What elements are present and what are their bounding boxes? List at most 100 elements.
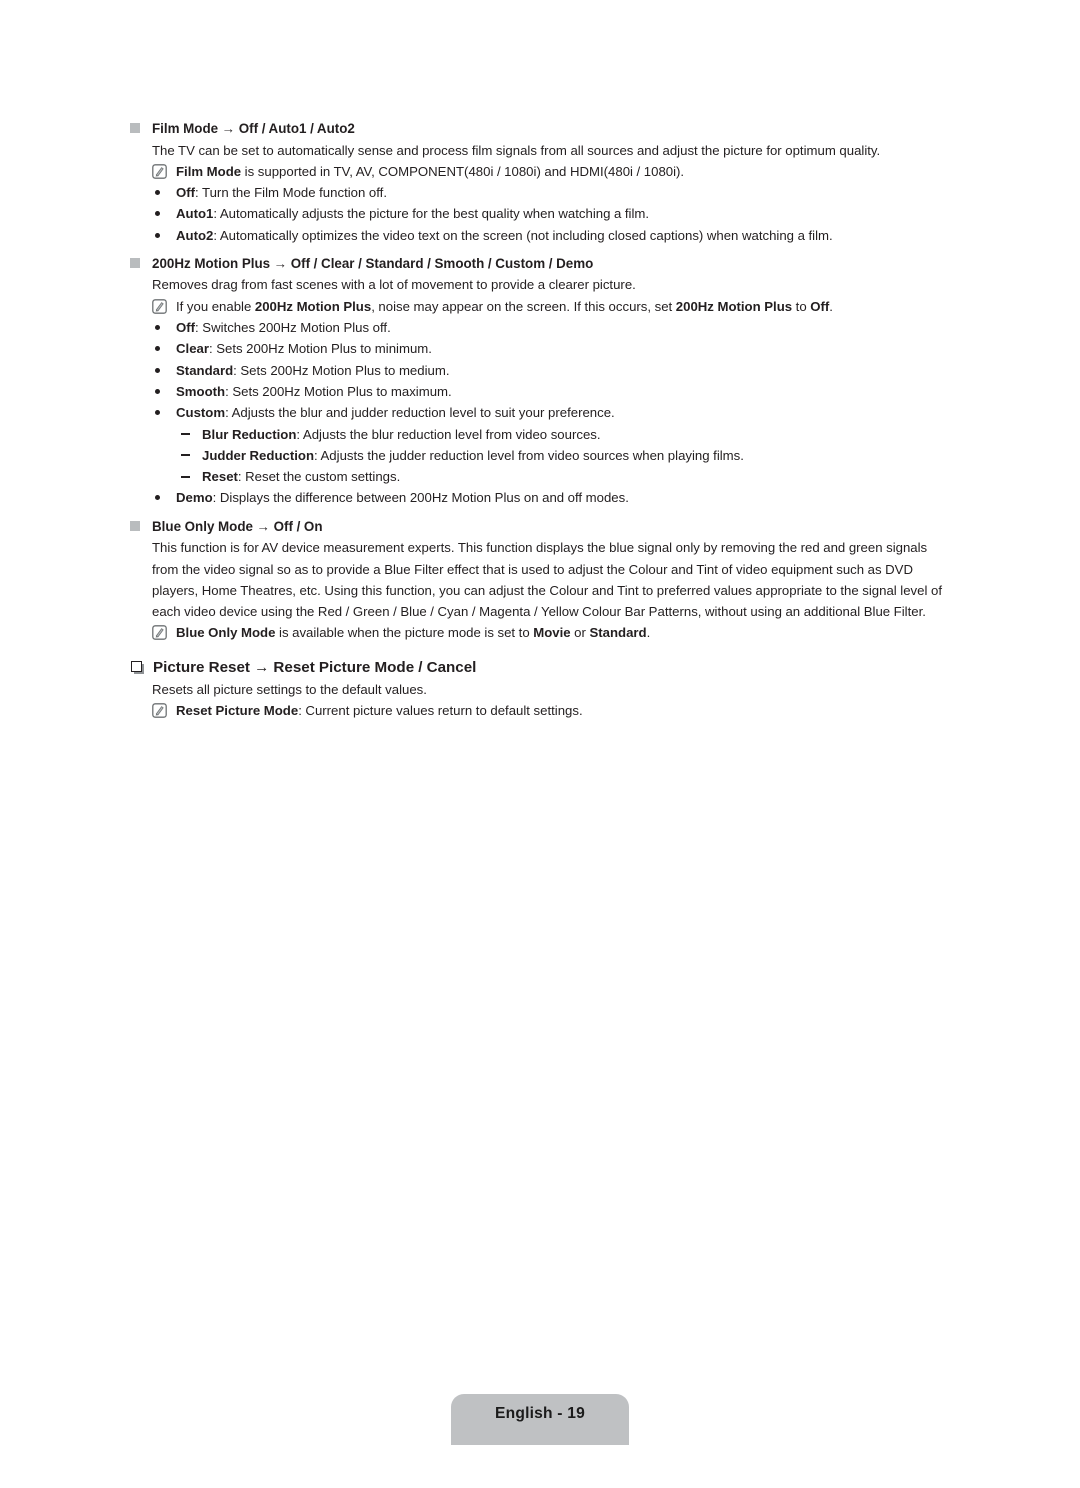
picture-reset-note: Reset Picture Mode: Current picture valu…: [130, 700, 952, 721]
option-desc: : Automatically optimizes the video text…: [213, 227, 833, 243]
note-term: 200Hz Motion Plus: [675, 298, 793, 314]
motion-plus-option-demo: Demo: Displays the difference between 20…: [130, 487, 952, 508]
option-text: Demo: Displays the difference between 20…: [176, 487, 952, 508]
sub-option-desc: : Reset the custom settings.: [237, 469, 401, 485]
film-mode-note: Film Mode is supported in TV, AV, COMPON…: [130, 161, 952, 182]
custom-sub-judder-reduction: Judder Reduction: Adjusts the judder red…: [130, 445, 952, 466]
manual-page: Film Mode → Off / Auto1 / Auto2 The TV c…: [0, 0, 1080, 1488]
section-square-icon: [130, 123, 140, 133]
motion-plus-option-standard: Standard: Sets 200Hz Motion Plus to medi…: [130, 360, 952, 381]
option-text: Off: Turn the Film Mode function off.: [176, 182, 952, 203]
section-heading-blue-only-mode: Blue Only Mode → Off / On: [130, 516, 952, 538]
option-text: Smooth: Sets 200Hz Motion Plus to maximu…: [176, 381, 952, 402]
note-pencil-icon: [152, 163, 167, 179]
option-term: Clear: [176, 341, 209, 357]
bullet-dot-icon: [155, 325, 160, 331]
motion-plus-option-smooth: Smooth: Sets 200Hz Motion Plus to maximu…: [130, 381, 952, 402]
section-heading-picture-reset: Picture Reset → Reset Picture Mode / Can…: [130, 656, 952, 679]
section-heading-text: Picture Reset → Reset Picture Mode / Can…: [153, 658, 477, 676]
note-part: to: [792, 298, 811, 314]
paragraph-text: Removes drag from fast scenes with a lot…: [152, 277, 636, 293]
page-footer: English - 19: [0, 1394, 1080, 1445]
note-term: Off: [810, 298, 830, 314]
section-square-icon: [130, 520, 140, 531]
bullet-dot-icon: [155, 388, 160, 394]
option-term: Custom: [176, 405, 226, 421]
bullet-dot-icon: [155, 495, 160, 501]
option-text: Clear: Sets 200Hz Motion Plus to minimum…: [176, 338, 952, 359]
section-heading-text: 200Hz Motion Plus → Off / Clear / Standa…: [152, 255, 594, 271]
option-term: Off: [176, 185, 196, 201]
bullet-dot-icon: [155, 190, 160, 196]
note-text: If you enable 200Hz Motion Plus, noise m…: [176, 296, 952, 317]
option-desc: : Adjusts the blur and judder reduction …: [225, 405, 615, 421]
option-text: Standard: Sets 200Hz Motion Plus to medi…: [176, 360, 952, 381]
option-term: Off: [176, 320, 196, 336]
dash-icon: [181, 475, 190, 478]
note-part: .: [829, 298, 833, 314]
bullet-dot-icon: [155, 410, 160, 416]
section-heading-text: Blue Only Mode → Off / On: [152, 518, 323, 534]
option-term: Standard: [176, 362, 234, 378]
option-term: Auto1: [176, 206, 214, 222]
option-desc: : Automatically adjusts the picture for …: [213, 206, 650, 222]
note-part: or: [570, 625, 590, 641]
option-desc: : Turn the Film Mode function off.: [195, 185, 387, 201]
option-desc: : Displays the difference between 200Hz …: [212, 490, 629, 506]
motion-plus-option-custom: Custom: Adjusts the blur and judder redu…: [130, 402, 952, 423]
note-part: If you enable: [176, 298, 255, 314]
paragraph-text: This function is for AV device measureme…: [152, 540, 942, 620]
option-desc: : Sets 200Hz Motion Plus to maximum.: [225, 383, 452, 399]
note-term: Blue Only Mode: [176, 625, 276, 641]
note-term: Film Mode: [176, 163, 242, 179]
option-desc: : Sets 200Hz Motion Plus to medium.: [233, 362, 450, 378]
blue-only-note: Blue Only Mode is available when the pic…: [130, 622, 952, 643]
sub-option-desc: : Adjusts the blur reduction level from …: [296, 426, 601, 442]
bullet-dot-icon: [155, 367, 160, 373]
page-number-badge: English - 19: [451, 1394, 629, 1445]
note-part: is available when the picture mode is se…: [275, 625, 534, 641]
note-term: Standard: [589, 625, 647, 641]
option-text: Custom: Adjusts the blur and judder redu…: [176, 402, 952, 423]
note-pencil-icon: [152, 298, 167, 314]
motion-plus-intro: Removes drag from fast scenes with a lot…: [130, 274, 952, 295]
film-mode-option-off: Off: Turn the Film Mode function off.: [130, 182, 952, 203]
bullet-dot-icon: [155, 211, 160, 217]
note-term: Movie: [533, 625, 571, 641]
note-pencil-icon: [152, 625, 167, 641]
motion-plus-option-clear: Clear: Sets 200Hz Motion Plus to minimum…: [130, 338, 952, 359]
note-rest: is supported in TV, AV, COMPONENT(480i /…: [241, 163, 685, 179]
paragraph-text: The TV can be set to automatically sense…: [152, 142, 881, 158]
note-term: Reset Picture Mode: [176, 703, 299, 719]
bullet-dot-icon: [155, 232, 160, 238]
film-mode-option-auto2: Auto2: Automatically optimizes the video…: [130, 225, 952, 246]
section-heading-film-mode: Film Mode → Off / Auto1 / Auto2: [130, 118, 952, 140]
sub-option-text: Judder Reduction: Adjusts the judder red…: [202, 445, 952, 466]
note-term: 200Hz Motion Plus: [254, 298, 372, 314]
section-heading-motion-plus: 200Hz Motion Plus → Off / Clear / Standa…: [130, 253, 952, 275]
note-text: Film Mode is supported in TV, AV, COMPON…: [176, 161, 952, 182]
note-part: : Current picture values return to defau…: [298, 703, 583, 719]
custom-sub-reset: Reset: Reset the custom settings.: [130, 466, 952, 487]
option-text: Off: Switches 200Hz Motion Plus off.: [176, 317, 952, 338]
dash-icon: [181, 433, 190, 435]
bullet-dot-icon: [155, 346, 160, 352]
section-heading-text: Film Mode → Off / Auto1 / Auto2: [152, 121, 355, 136]
sub-option-term: Reset: [202, 469, 238, 485]
sub-option-text: Blur Reduction: Adjusts the blur reducti…: [202, 424, 952, 445]
custom-sub-blur-reduction: Blur Reduction: Adjusts the blur reducti…: [130, 424, 952, 445]
note-pencil-icon: [152, 703, 167, 718]
film-mode-option-auto1: Auto1: Automatically adjusts the picture…: [130, 203, 952, 224]
note-part: , noise may appear on the screen. If thi…: [371, 298, 676, 314]
option-term: Demo: [176, 490, 213, 506]
note-text: Reset Picture Mode: Current picture valu…: [176, 700, 952, 721]
option-text: Auto1: Automatically adjusts the picture…: [176, 203, 952, 224]
section-square-icon: [130, 257, 140, 268]
film-mode-intro: The TV can be set to automatically sense…: [130, 140, 952, 161]
sub-option-text: Reset: Reset the custom settings.: [202, 466, 952, 487]
dash-icon: [181, 454, 190, 457]
motion-plus-option-off: Off: Switches 200Hz Motion Plus off.: [130, 317, 952, 338]
option-term: Auto2: [176, 227, 214, 243]
